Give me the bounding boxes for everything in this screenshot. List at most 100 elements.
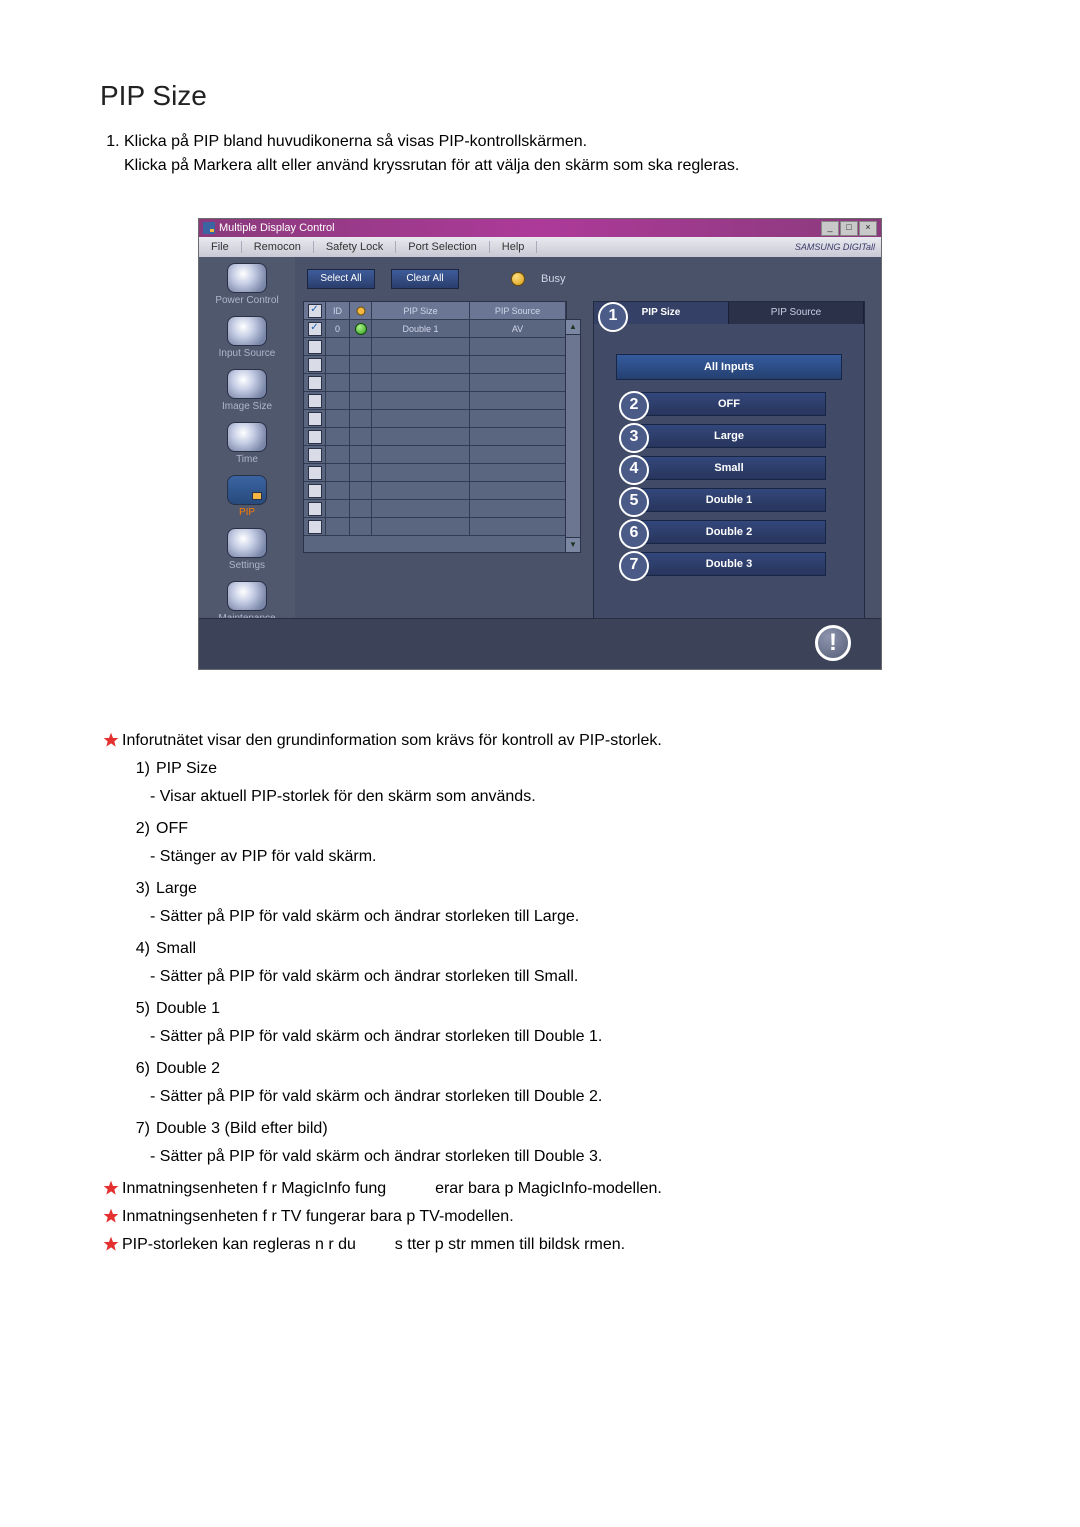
menu-file[interactable]: File (199, 241, 242, 253)
window-titlebar: Multiple Display Control _ □ × (199, 219, 881, 237)
sidebar-item-image[interactable]: Image Size (199, 363, 295, 416)
num-2: 2) (122, 818, 156, 840)
checkbox-icon[interactable] (308, 394, 322, 408)
grid-row[interactable]: 0 Double 1 AV (304, 320, 566, 338)
sidebar-item-input[interactable]: Input Source (199, 310, 295, 363)
label-double1: Double 1 (156, 998, 980, 1020)
sidebar-label-input: Input Source (219, 348, 276, 359)
label-double2: Double 2 (156, 1058, 980, 1080)
desc-double1: - Sätter på PIP för vald skärm och ändra… (150, 1026, 980, 1048)
status-bar: ! (199, 618, 881, 669)
sidebar-item-power[interactable]: Power Control (199, 257, 295, 310)
menu-safety-lock[interactable]: Safety Lock (314, 241, 396, 253)
label-small: Small (156, 938, 980, 960)
option-double3-label: Double 3 (706, 558, 752, 570)
checkbox-icon[interactable] (308, 448, 322, 462)
option-off[interactable]: 2OFF (632, 392, 826, 416)
option-double2-label: Double 2 (706, 526, 752, 538)
scroll-down-icon[interactable]: ▼ (566, 537, 580, 552)
note-magicinfo: Inmatningsenheten f r MagicInfo fung era… (122, 1178, 980, 1200)
num-3: 3) (122, 878, 156, 900)
header-checkbox[interactable] (304, 302, 326, 320)
callout-bubble-6: 6 (619, 519, 649, 549)
display-grid: ID PIP Size PIP Source 0 Double 1 AV (303, 301, 567, 553)
checkbox-icon (308, 322, 322, 336)
minimize-button[interactable]: _ (821, 221, 839, 236)
maximize-button[interactable]: □ (840, 221, 858, 236)
select-all-button[interactable]: Select All (307, 269, 375, 289)
settings-icon (227, 528, 267, 558)
brand-label: SAMSUNG DIGITall (789, 242, 881, 252)
header-pip-source: PIP Source (470, 302, 566, 320)
note-power: PIP-storleken kan regleras n r du s tter… (122, 1234, 980, 1256)
checkbox-icon[interactable] (308, 412, 322, 426)
sidebar-label-image: Image Size (222, 401, 272, 412)
grid-header: ID PIP Size PIP Source (304, 302, 566, 320)
desc-double2: - Sätter på PIP för vald skärm och ändra… (150, 1086, 980, 1108)
star-icon (100, 1178, 122, 1196)
grid-row-empty (304, 338, 566, 356)
tab-pip-source[interactable]: PIP Source (729, 302, 864, 324)
star-icon (100, 730, 122, 748)
num-7: 7) (122, 1118, 156, 1140)
option-double1-label: Double 1 (706, 494, 752, 506)
checkbox-icon[interactable] (308, 340, 322, 354)
note-info-grid: Inforutnätet visar den grundinformation … (122, 730, 980, 752)
time-icon (227, 422, 267, 452)
image-icon (227, 369, 267, 399)
checkbox-icon[interactable] (308, 466, 322, 480)
grid-scrollbar[interactable]: ▲ ▼ (565, 319, 581, 553)
option-small-label: Small (714, 462, 743, 474)
app-screenshot: Multiple Display Control _ □ × File Remo… (198, 218, 882, 670)
checkbox-icon[interactable] (308, 520, 322, 534)
toolbar: Select All Clear All Busy (295, 267, 565, 291)
desc-large: - Sätter på PIP för vald skärm och ändra… (150, 906, 980, 928)
header-id: ID (326, 302, 350, 320)
desc-double3: - Sätter på PIP för vald skärm och ändra… (150, 1146, 980, 1168)
sidebar-item-pip[interactable]: PIP (199, 469, 295, 522)
sidebar-label-settings: Settings (229, 560, 265, 571)
grid-row-empty (304, 482, 566, 500)
row-checkbox[interactable] (304, 320, 326, 338)
callout-bubble-1: 1 (598, 302, 628, 332)
option-double2[interactable]: 6Double 2 (632, 520, 826, 544)
note-magicinfo-a: Inmatningsenheten f r MagicInfo fung (122, 1180, 386, 1197)
power-icon (227, 263, 267, 293)
option-large[interactable]: 3Large (632, 424, 826, 448)
rpanel-tabs: PIP Size PIP Source (594, 302, 864, 324)
all-inputs-button[interactable]: All Inputs (616, 354, 842, 380)
intro-line-1: Klicka på PIP bland huvudikonerna så vis… (124, 133, 587, 150)
scroll-up-icon[interactable]: ▲ (566, 320, 580, 335)
option-small[interactable]: 4Small (632, 456, 826, 480)
window-title: Multiple Display Control (219, 222, 335, 234)
header-status (350, 302, 372, 320)
checkbox-icon[interactable] (308, 376, 322, 390)
label-off: OFF (156, 818, 980, 840)
sidebar-item-time[interactable]: Time (199, 416, 295, 469)
status-dot-icon (355, 323, 367, 335)
callout-bubble-5: 5 (619, 487, 649, 517)
note-power-b: s tter p str mmen till bildsk rmen. (395, 1236, 625, 1253)
desc-pip-size: - Visar aktuell PIP-storlek för den skär… (150, 786, 980, 808)
note-power-a: PIP-storleken kan regleras n r du (122, 1236, 360, 1253)
menu-remocon[interactable]: Remocon (242, 241, 314, 253)
callout-bubble-2: 2 (619, 391, 649, 421)
maintenance-icon (227, 581, 267, 611)
checkbox-icon[interactable] (308, 484, 322, 498)
close-button[interactable]: × (859, 221, 877, 236)
grid-row-empty (304, 446, 566, 464)
menu-help[interactable]: Help (490, 241, 538, 253)
callout-bubble-4: 4 (619, 455, 649, 485)
checkbox-icon[interactable] (308, 502, 322, 516)
sidebar-label-power: Power Control (215, 295, 278, 306)
row-status (350, 320, 372, 338)
option-double3[interactable]: 7Double 3 (632, 552, 826, 576)
note-tv: Inmatningsenheten f r TV fungerar bara p… (122, 1206, 980, 1228)
menu-port-selection[interactable]: Port Selection (396, 241, 489, 253)
clear-all-button[interactable]: Clear All (391, 269, 459, 289)
sidebar-item-settings[interactable]: Settings (199, 522, 295, 575)
checkbox-icon[interactable] (308, 430, 322, 444)
checkbox-icon[interactable] (308, 358, 322, 372)
option-double1[interactable]: 5Double 1 (632, 488, 826, 512)
star-icon (100, 1234, 122, 1252)
